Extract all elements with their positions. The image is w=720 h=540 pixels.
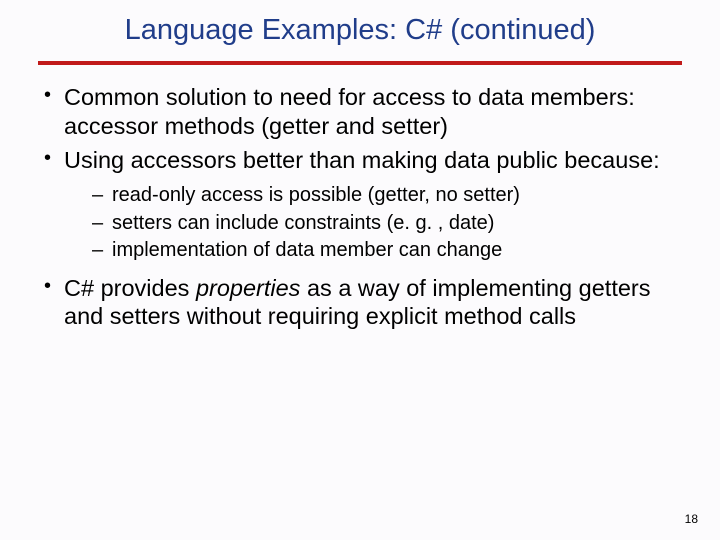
bullet-3-italic: properties xyxy=(196,275,301,301)
bullet-item-3: C# provides properties as a way of imple… xyxy=(42,274,690,331)
slide-title: Language Examples: C# (continued) xyxy=(30,14,690,61)
sub-bullet-list: read-only access is possible (getter, no… xyxy=(64,183,690,264)
horizontal-rule xyxy=(38,61,682,65)
sub-bullet-1: read-only access is possible (getter, no… xyxy=(92,183,690,209)
bullet-list: Common solution to need for access to da… xyxy=(30,83,690,331)
bullet-item-2: Using accessors better than making data … xyxy=(42,146,690,263)
bullet-item-1: Common solution to need for access to da… xyxy=(42,83,690,140)
bullet-3-part-a: C# provides xyxy=(64,275,196,301)
page-number: 18 xyxy=(685,512,698,526)
sub-bullet-2: setters can include constraints (e. g. ,… xyxy=(92,211,690,237)
sub-bullet-3: implementation of data member can change xyxy=(92,238,690,264)
slide: Language Examples: C# (continued) Common… xyxy=(0,0,720,540)
bullet-item-2-text: Using accessors better than making data … xyxy=(64,147,660,173)
